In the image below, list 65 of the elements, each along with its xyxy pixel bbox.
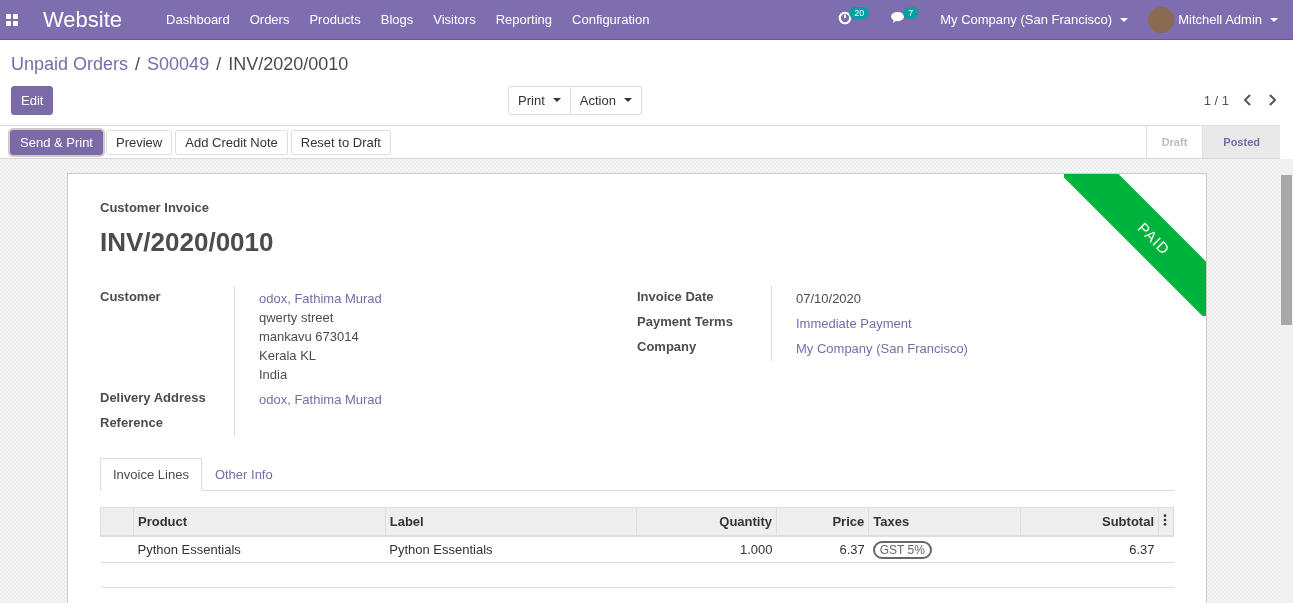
user-menu[interactable]: Mitchell Admin [1178, 12, 1278, 27]
menu-item[interactable]: Configuration [572, 12, 650, 27]
field-label: Delivery Address [100, 387, 235, 412]
toolbar-button[interactable]: Reset to Draft [290, 129, 391, 155]
scrollbar[interactable] [1280, 159, 1293, 603]
breadcrumb-separator: / [135, 53, 141, 75]
edit-button[interactable]: Edit [11, 85, 54, 115]
table-cell: 6.37 [839, 542, 865, 557]
field-label: Reference [100, 412, 235, 436]
field-link[interactable]: odox, Fathima Murad [259, 289, 382, 308]
table-cell: 1.000 [739, 542, 773, 557]
table-cell: 6.37 [1129, 542, 1155, 557]
field-link[interactable]: My Company (San Francisco) [796, 339, 968, 358]
activity-count-badge: 20 [849, 6, 870, 19]
field-value: India [259, 366, 289, 384]
invoice-number: INV/2020/0010 [100, 227, 274, 258]
tab[interactable]: Invoice Lines [100, 458, 202, 491]
toolbar-button[interactable]: Add Credit Note [175, 129, 288, 155]
table-cell: Python Essentials [137, 542, 241, 557]
menu-item[interactable]: Products [309, 12, 361, 27]
next-icon[interactable] [1267, 94, 1277, 106]
tax-tag: GST 5% [872, 541, 932, 559]
apps-menu-icon[interactable] [6, 13, 18, 26]
column-header[interactable]: Taxes [868, 507, 1021, 536]
document-type-label: Customer Invoice [100, 200, 211, 215]
toolbar-button[interactable]: Preview [106, 129, 173, 155]
avatar [1148, 6, 1175, 33]
more-options-icon[interactable] [1163, 514, 1167, 526]
field-label: Payment Terms [637, 311, 772, 336]
field-value: 07/10/2020 [796, 290, 862, 308]
field-value: qwerty street [259, 309, 335, 327]
breadcrumb-separator: / [216, 53, 222, 75]
message-count-badge: 7 [903, 6, 919, 19]
field-value: mankavu 673014 [259, 328, 360, 346]
column-header[interactable]: Product [133, 507, 386, 536]
table-cell: Python Essentials [389, 542, 493, 557]
menu-item[interactable]: Dashboard [166, 12, 230, 27]
app-name: Website [43, 6, 123, 33]
column-header[interactable]: Price [776, 507, 869, 536]
dropdown-button[interactable]: Print [508, 85, 571, 115]
field-label: Invoice Date [637, 286, 772, 311]
breadcrumb[interactable]: Unpaid Orders [11, 53, 129, 75]
company-switcher[interactable]: My Company (San Francisco) [940, 12, 1129, 27]
dropdown-button[interactable]: Action [570, 85, 642, 115]
column-header[interactable]: Subtotal [1020, 507, 1159, 536]
toolbar-button[interactable]: Send & Print [10, 129, 103, 155]
current-page-title: INV/2020/0010 [228, 53, 349, 75]
field-label: Customer [100, 286, 235, 387]
chat-icon[interactable] [891, 10, 907, 24]
column-header[interactable]: Quantity [636, 507, 777, 536]
previous-icon[interactable] [1243, 94, 1253, 106]
tab[interactable]: Other Info [201, 458, 286, 491]
breadcrumb[interactable]: S00049 [147, 53, 210, 75]
field-link[interactable]: Immediate Payment [796, 314, 912, 333]
menu-item[interactable]: Orders [249, 12, 290, 27]
field-label: Company [637, 336, 772, 361]
menu-item[interactable]: Blogs [380, 12, 414, 27]
status-step[interactable]: Posted [1202, 126, 1280, 158]
menu-item[interactable]: Reporting [495, 12, 553, 27]
field-value: Kerala KL [259, 347, 318, 365]
clock-icon[interactable] [838, 10, 853, 25]
field-link[interactable]: odox, Fathima Murad [259, 390, 382, 409]
menu-item[interactable]: Visitors [433, 12, 476, 27]
column-header[interactable]: Label [385, 507, 637, 536]
pager-value: 1 / 1 [1203, 92, 1229, 108]
